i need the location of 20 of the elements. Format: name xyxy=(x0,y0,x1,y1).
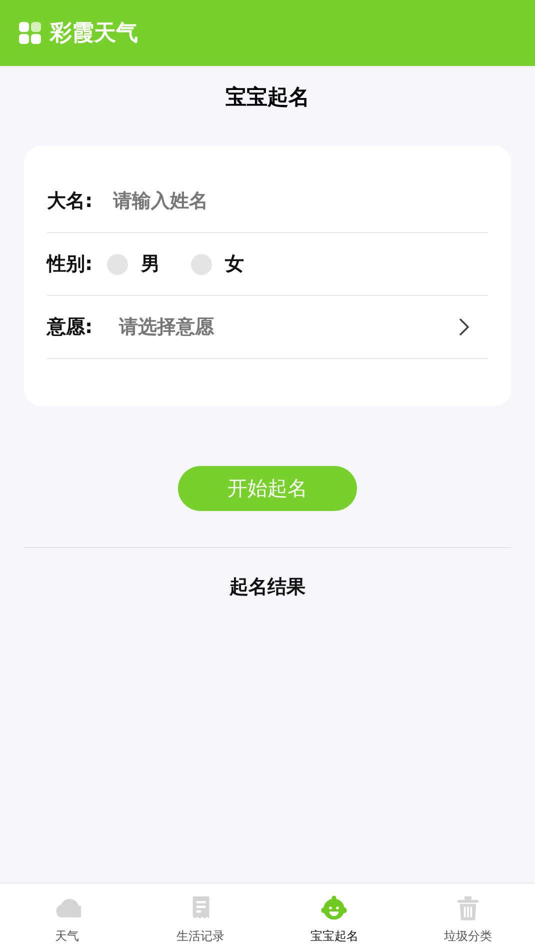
result-title: 起名结果 xyxy=(230,575,306,600)
radio-button[interactable] xyxy=(191,254,212,274)
nav-tab[interactable]: 宝宝起名 xyxy=(268,884,402,951)
nav-tab[interactable]: 垃圾分类 xyxy=(401,884,535,951)
radio-label: 男 xyxy=(141,252,160,277)
field-label: 性别: xyxy=(47,252,94,277)
wish-select-field[interactable]: 意愿: 请选择意愿 xyxy=(47,296,488,359)
app-grid-icon xyxy=(19,22,41,44)
page-title: 宝宝起名 xyxy=(226,84,310,111)
nav-tab[interactable]: 天气 xyxy=(0,884,134,951)
nav-tab[interactable]: 生活记录 xyxy=(134,884,268,951)
radio-button[interactable] xyxy=(107,254,128,274)
field-label: 大名: xyxy=(47,189,94,214)
chevron-right-icon xyxy=(459,318,469,336)
name-input-field[interactable]: 请输入姓名 xyxy=(113,190,488,212)
app-title: 彩霞天气 xyxy=(50,20,138,48)
field-label: 意愿: xyxy=(47,315,94,340)
baby-face-icon xyxy=(320,894,348,922)
select-placeholder: 请选择意愿 xyxy=(119,315,216,340)
radio-label: 女 xyxy=(225,252,244,277)
